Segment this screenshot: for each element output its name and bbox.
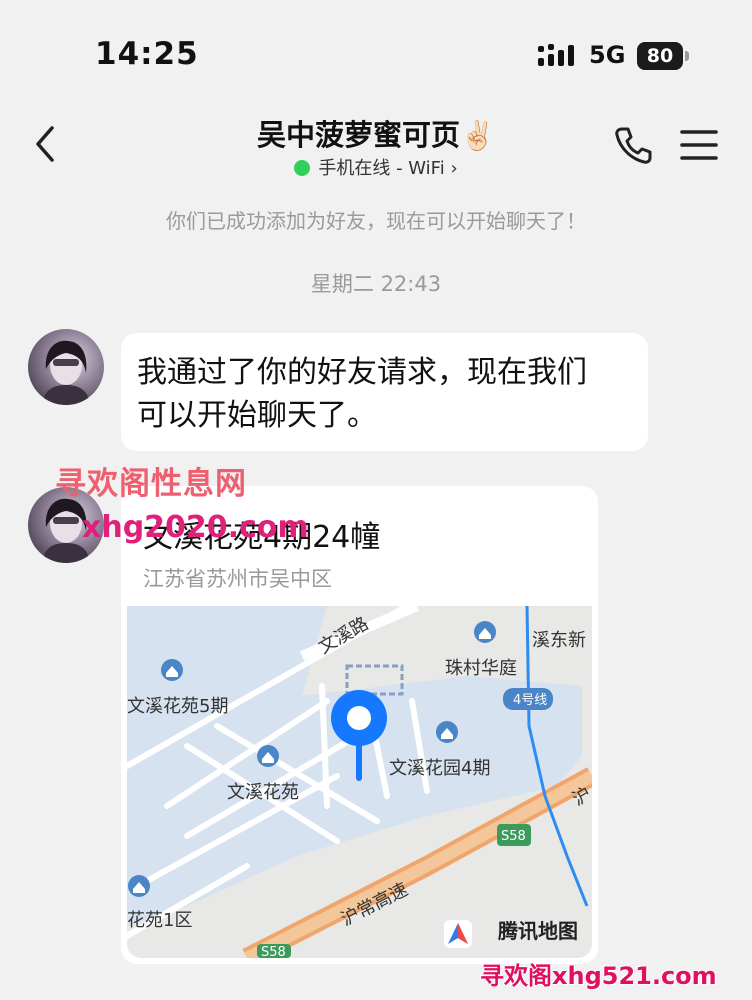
map-graphic: 文溪路 溪东新 珠村华庭 文溪花苑5期 文溪花苑 文溪花园4期 沪常高速 花苑1… — [127, 606, 592, 958]
map-label: 文溪花苑 — [227, 782, 299, 803]
presence-text: 手机在线 - WiFi › — [318, 158, 458, 179]
battery-tip — [685, 51, 689, 61]
status-time: 14:25 — [95, 36, 199, 72]
message-text-line: 可以开始聊天了。 — [137, 398, 377, 433]
menu-icon[interactable] — [680, 128, 718, 162]
status-bar: 14:25 5G 80 — [0, 0, 752, 110]
contact-name-text: 吴中菠萝蜜可页 — [257, 118, 461, 152]
map-label: 文溪花园4期 — [389, 758, 490, 779]
message-bubble[interactable]: 我通过了你的好友请求，现在我们 可以开始聊天了。 — [121, 333, 648, 451]
avatar-portrait-icon — [42, 340, 90, 405]
map-label: 溪东新 — [532, 630, 586, 651]
map-label: S58 — [261, 945, 286, 958]
phone-icon[interactable] — [612, 124, 654, 166]
signal-icon — [538, 44, 574, 66]
chat-header: 吴中菠萝蜜可页✌🏻 手机在线 - WiFi › — [0, 100, 752, 188]
online-dot-icon — [294, 160, 311, 176]
battery-icon: 80 — [637, 42, 683, 70]
map-label: 文溪花苑5期 — [127, 696, 228, 717]
map-label: 珠村华庭 — [445, 658, 517, 679]
victory-hand-icon: ✌🏻 — [460, 119, 495, 152]
watermark-url: 寻欢阁xhg521.com — [480, 962, 717, 990]
location-address: 江苏省苏州市吴中区 — [143, 567, 332, 591]
map-label: S58 — [501, 829, 526, 844]
location-map[interactable]: 文溪路 溪东新 珠村华庭 文溪花苑5期 文溪花苑 文溪花园4期 沪常高速 花苑1… — [127, 606, 592, 958]
location-message-card[interactable]: 文溪花苑4期24幢 江苏省苏州市吴中区 文溪路 溪东新 珠村华庭 文溪花苑5期 … — [121, 486, 598, 964]
watermark-url: xhg2020.com — [82, 510, 309, 545]
watermark-text: 寻欢阁性息网 — [55, 466, 247, 502]
system-message: 你们已成功添加为好友，现在可以开始聊天了！ — [166, 209, 586, 233]
message-text-line: 我通过了你的好友请求，现在我们 — [137, 355, 587, 390]
tencent-map-logo-icon — [444, 920, 472, 948]
message-timestamp: 星期二 22:43 — [310, 272, 442, 296]
network-type: 5G — [589, 41, 626, 69]
message-text: 我通过了你的好友请求，现在我们 可以开始聊天了。 — [137, 351, 637, 437]
contact-avatar[interactable] — [28, 329, 104, 405]
map-label: 花苑1区 — [127, 910, 192, 931]
map-label: 4号线 — [513, 693, 547, 708]
map-brand-label: 腾讯地图 — [498, 919, 578, 943]
